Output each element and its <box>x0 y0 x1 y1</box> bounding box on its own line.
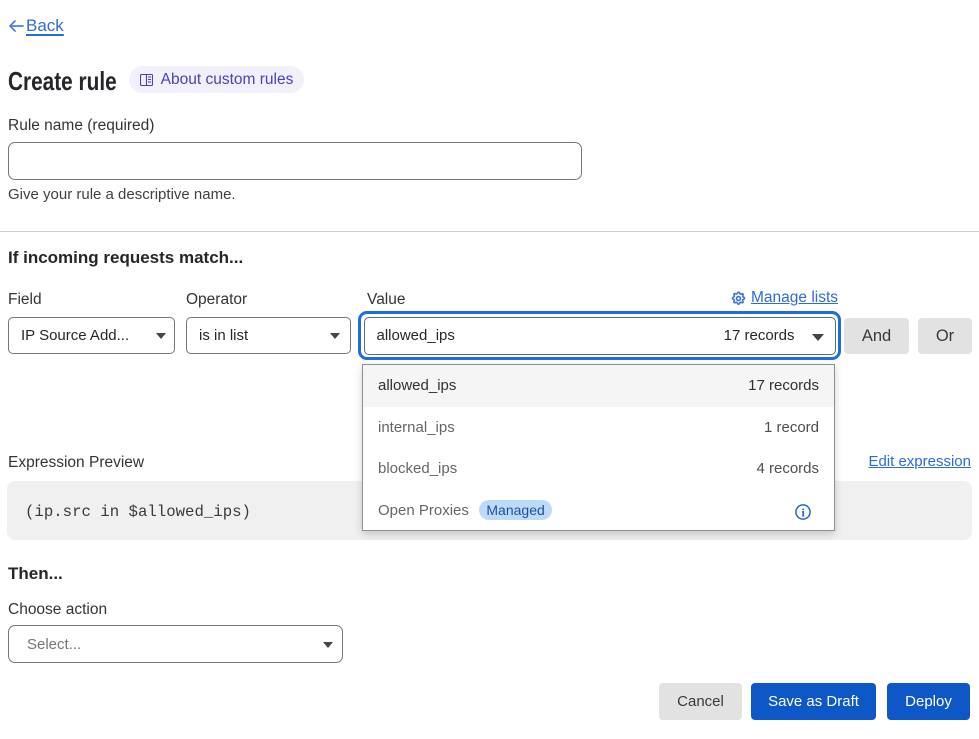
svg-text:i: i <box>802 506 806 520</box>
